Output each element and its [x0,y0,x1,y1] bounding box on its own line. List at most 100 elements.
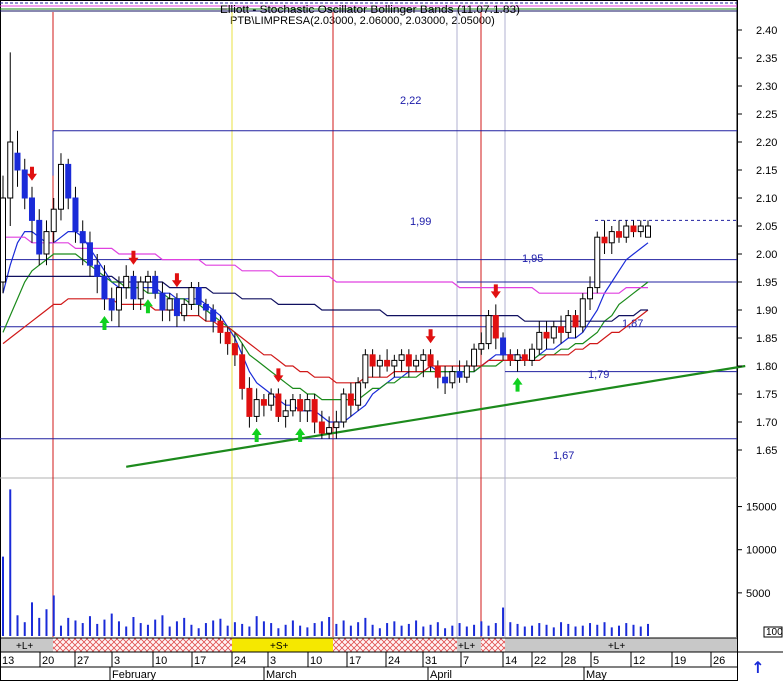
candle-body-83 [601,236,608,244]
candle-body-13 [94,264,101,277]
candle-body-47 [340,393,347,423]
candle-body-6 [43,231,50,255]
candle-body-45 [326,427,333,434]
candle-82 [594,231,601,294]
candle-body-29 [210,309,217,322]
candle-body-4 [28,197,35,221]
zoom-label: 100 [766,627,783,638]
price-tick-label-9: 1.95 [756,277,777,289]
band-label-3: +L+ [458,641,475,652]
candle-body-75 [543,331,550,339]
candle-body-15 [108,298,115,311]
price-tick-label-4: 2.20 [756,137,777,149]
candle-body-41 [297,399,304,412]
candle-body-21 [152,275,159,294]
scroll-up-icon[interactable]: ↑ [748,657,768,677]
candle-body-19 [137,281,144,300]
candle-body-18 [130,275,137,300]
candle-body-74 [536,331,543,350]
band-hatched-3 [481,638,505,652]
candle-body-69 [500,337,507,356]
candle-body-23 [166,298,173,311]
volume-tick-label-1: 10000 [746,545,777,557]
day-label-9: 17 [349,655,361,667]
price-tick-label-10: 1.90 [756,305,777,317]
price-tick-label-12: 1.80 [756,361,777,373]
candle-body-22 [159,292,166,311]
candle-body-44 [318,421,325,434]
month-label-1: March [266,669,297,681]
price-axis: 2.40 2.35 2.30 2.25 2.20 2.15 2.10 2.05 2.00 1.95… [737,25,777,457]
candle-body-88 [637,225,644,233]
day-label-15: 28 [564,655,576,667]
day-label-16: 5 [593,655,599,667]
price-tick-label-3: 2.25 [756,109,777,121]
price-tick-label-0: 2.40 [756,25,777,37]
day-label-8: 10 [310,655,322,667]
day-label-17: 12 [633,655,645,667]
candle-body-12 [86,242,93,266]
price-tick-label-2: 2.30 [756,81,777,93]
candle-body-20 [144,275,151,283]
candle-body-85 [616,231,623,238]
band-hatched-2 [333,638,457,652]
candle-body-33 [239,354,246,389]
level-label-2: 1,95 [522,253,543,265]
candle-body-77 [558,326,565,333]
candle-body-66 [478,343,485,350]
day-label-11: 31 [425,655,437,667]
day-label-19: 26 [713,655,725,667]
candle-body-82 [594,236,601,289]
candle-body-84 [608,231,615,244]
candle-body-9 [65,163,72,199]
candle-body-81 [587,287,594,300]
candle-body-54 [391,359,398,367]
day-label-5: 17 [194,655,206,667]
price-tick-label-6: 2.10 [756,193,777,205]
candle-body-28 [202,303,209,311]
candle-47 [340,388,347,428]
day-label-4: 10 [155,655,167,667]
level-label-5: 1,67 [553,450,574,462]
candle-body-2 [14,152,21,171]
candle-50 [362,349,369,389]
band-label-4: +L+ [608,641,625,652]
candle-body-46 [333,421,340,429]
day-label-10: 24 [388,655,400,667]
candle-body-31 [224,331,231,345]
price-tick-label-1: 2.35 [756,53,777,65]
candle-body-42 [304,399,311,412]
candle-body-34 [246,387,253,417]
level-label-0: 2,22 [400,95,421,107]
candle-body-39 [282,410,289,417]
candle-body-72 [521,354,528,361]
day-label-2: 27 [77,655,89,667]
volume-tick-label-0: 15000 [746,502,777,514]
candle-body-79 [572,315,579,328]
candle-body-27 [195,287,202,305]
candle-body-61 [442,376,449,384]
candle-body-24 [173,298,180,317]
day-label-6: 24 [234,655,246,667]
candle-body-65 [471,348,478,367]
candle-body-86 [623,225,630,238]
candle-body-87 [630,225,637,233]
candle-body-8 [57,163,64,210]
candle-body-80 [579,298,586,328]
candle-body-52 [376,359,383,367]
candle-body-36 [260,399,267,406]
candle-body-70 [507,354,514,361]
candle-body-55 [398,354,405,361]
band-label-2: +S+ [270,641,289,652]
candle-body-78 [565,315,572,333]
candle-body-62 [449,371,456,384]
candle-body-63 [456,371,463,378]
price-chart: Elliott - Stochastic Oscillator Bollinge… [0,0,783,681]
day-label-18: 19 [674,655,686,667]
price-tick-label-5: 2.15 [756,165,777,177]
candle-body-60 [434,365,441,378]
candle-body-49 [355,382,362,406]
candle-body-14 [101,275,108,300]
volume-tick-label-2: 5000 [746,588,770,600]
candle-body-40 [289,399,296,412]
